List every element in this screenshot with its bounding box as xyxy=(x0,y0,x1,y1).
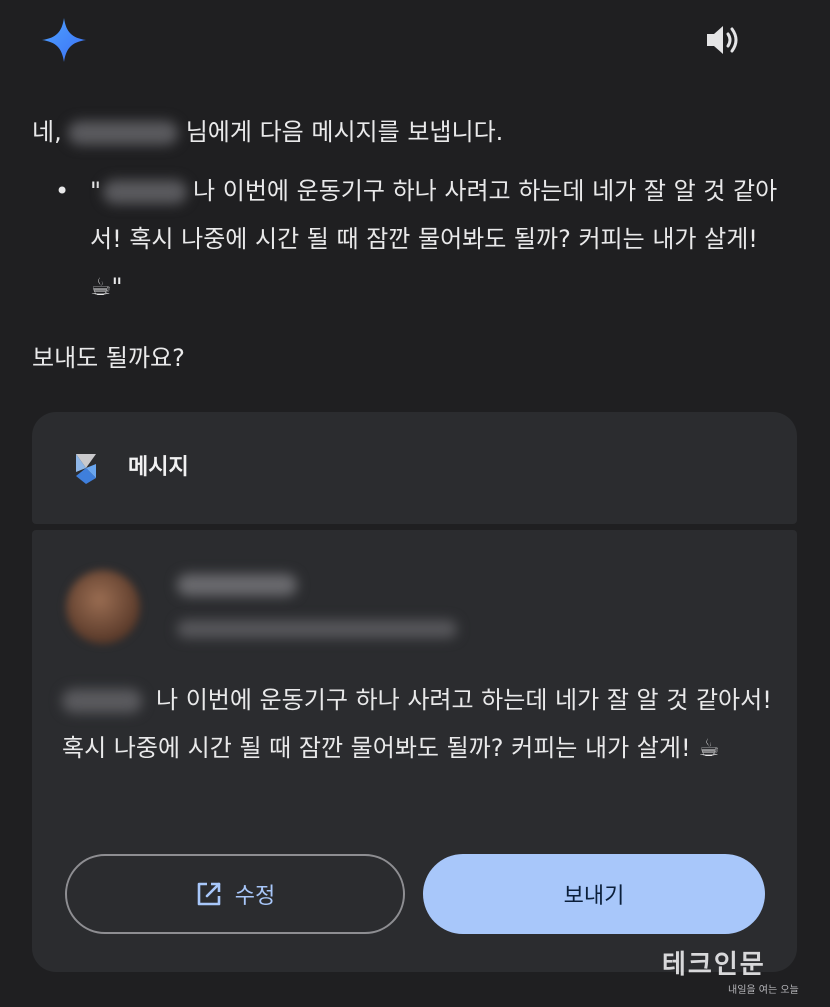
open-external-icon xyxy=(197,882,221,906)
app-name: 메시지 xyxy=(128,455,189,480)
edit-button-label: 수정 xyxy=(234,884,276,909)
reply-prefix: 네, xyxy=(32,118,62,146)
watermark-tagline: 내일을 여는 오늘 xyxy=(728,985,799,996)
message-body: 나 이번에 운동기구 하나 사려고 하는데 네가 잘 알 것 같아서! 혹시 나… xyxy=(62,676,772,772)
app-card-header: 메시지 xyxy=(32,412,797,524)
recipient-name-blurred xyxy=(67,121,178,145)
avatar xyxy=(66,570,140,644)
contact-name-blurred xyxy=(177,574,297,596)
reply-intro: 네, 님에게 다음 메시지를 보냅니다. xyxy=(32,108,802,156)
send-button-label: 보내기 xyxy=(563,884,625,909)
message-text: 나 이번에 운동기구 하나 사려고 하는데 네가 잘 알 것 같아서! 혹시 나… xyxy=(62,686,772,762)
gemini-sparkle-icon xyxy=(42,18,86,62)
recipient-name-blurred xyxy=(103,180,188,204)
speaker-icon[interactable] xyxy=(703,22,745,58)
quote-body: 나 이번에 운동기구 하나 사려고 하는데 네가 잘 알 것 같아서! 혹시 나… xyxy=(90,177,778,301)
quote-open: " xyxy=(90,177,102,205)
quoted-message-text: " 나 이번에 운동기구 하나 사려고 하는데 네가 잘 알 것 같아서! 혹시 … xyxy=(90,167,790,311)
assistant-reply: 네, 님에게 다음 메시지를 보냅니다. • " 나 이번에 운동기구 하나 사려고… xyxy=(32,108,802,311)
quoted-message: • " 나 이번에 운동기구 하나 사려고 하는데 네가 잘 알 것 같아서! 혹… xyxy=(32,167,802,311)
watermark-text: 테크인문 xyxy=(662,950,766,980)
confirm-question: 보내도 될까요? xyxy=(32,344,185,372)
watermark-logo: 테크인문 내일을 여는 오늘 xyxy=(662,950,822,1000)
reply-suffix: 님에게 다음 메시지를 보냅니다. xyxy=(185,118,504,146)
bullet-dot: • xyxy=(55,177,70,205)
messages-app-icon xyxy=(76,454,96,484)
recipient-name-blurred xyxy=(62,689,142,713)
message-preview-card: 나 이번에 운동기구 하나 사려고 하는데 네가 잘 알 것 같아서! 혹시 나… xyxy=(32,530,797,972)
send-button[interactable]: 보내기 xyxy=(423,854,765,934)
contact-number-blurred xyxy=(177,620,457,638)
top-bar xyxy=(0,0,830,90)
edit-button[interactable]: 수정 xyxy=(65,854,405,934)
